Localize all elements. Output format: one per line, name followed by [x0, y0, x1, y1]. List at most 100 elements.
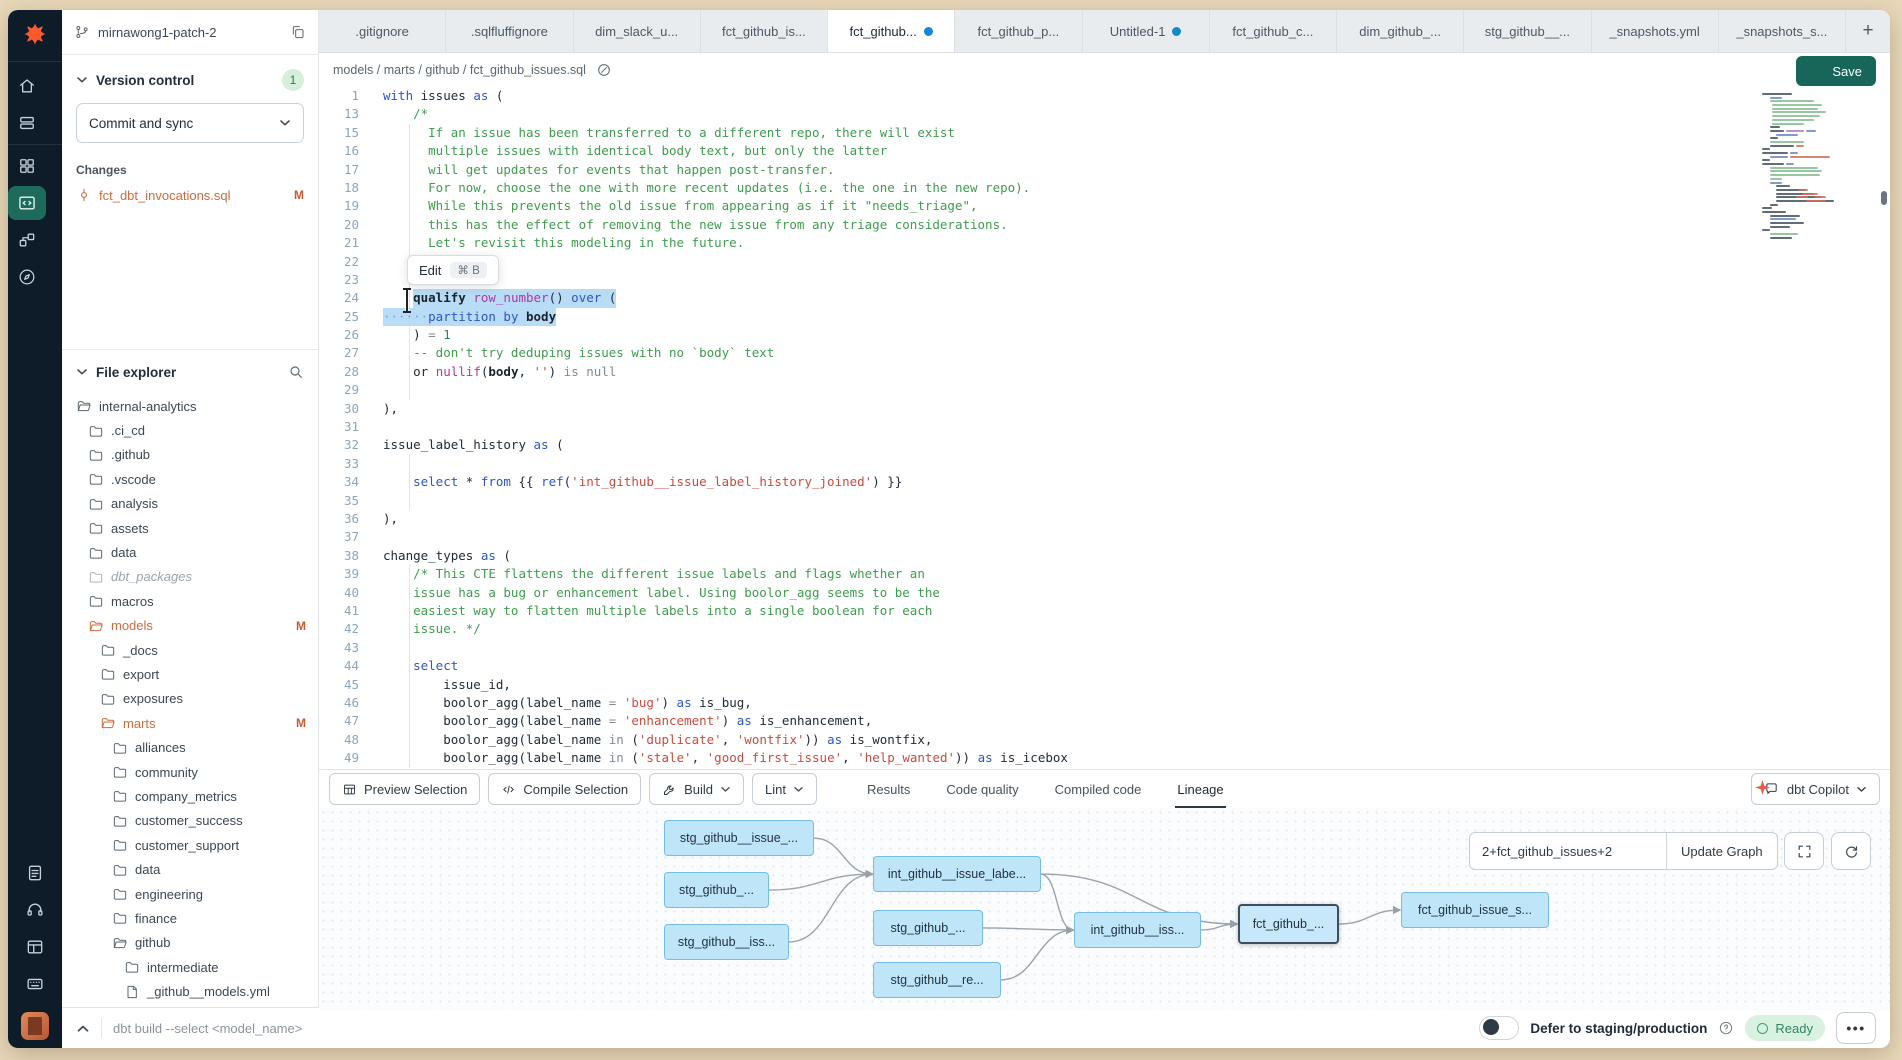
- tab-fct_github_p...[interactable]: fct_github_p...: [955, 10, 1082, 52]
- dbt-copilot-button[interactable]: dbt Copilot: [1751, 773, 1880, 805]
- code-line-31[interactable]: 31: [319, 418, 1890, 436]
- tab-fct_github...[interactable]: fct_github...: [828, 10, 955, 52]
- tree-item-alliances[interactable]: alliances: [62, 735, 318, 759]
- code-line-40[interactable]: 40 issue has a bug or enhancement label.…: [319, 584, 1890, 602]
- code-line-35[interactable]: 35: [319, 492, 1890, 510]
- tree-item-customer_support[interactable]: customer_support: [62, 833, 318, 857]
- code-line-37[interactable]: 37: [319, 528, 1890, 546]
- tree-item-internal-analytics[interactable]: internal-analytics: [62, 394, 318, 418]
- tree-item-.ci_cd[interactable]: .ci_cd: [62, 418, 318, 442]
- lineage-node-int_github__issue_labe[interactable]: int_github__issue_labe...: [873, 856, 1041, 892]
- tab-Untitled-1[interactable]: Untitled-1: [1083, 10, 1210, 52]
- compile-selection-button[interactable]: Compile Selection: [488, 773, 641, 805]
- tab-fct_github_c...[interactable]: fct_github_c...: [1210, 10, 1337, 52]
- tab-_snapshots.yml[interactable]: _snapshots.yml: [1592, 10, 1719, 52]
- code-line-16[interactable]: 16 multiple issues with identical body t…: [319, 142, 1890, 160]
- dbt-logo-icon[interactable]: [18, 17, 52, 51]
- code-line-27[interactable]: 27 -- don't try deduping issues with no …: [319, 344, 1890, 362]
- lineage-node-int_github__iss[interactable]: int_github__iss...: [1074, 912, 1201, 948]
- code-line-15[interactable]: 15 If an issue has been transferred to a…: [319, 124, 1890, 142]
- tab-stg_github__...[interactable]: stg_github__...: [1464, 10, 1591, 52]
- tree-item-_github__models.yml[interactable]: _github__models.yml: [62, 979, 318, 1003]
- code-line-18[interactable]: 18 For now, choose the one with more rec…: [319, 179, 1890, 197]
- save-button[interactable]: Save: [1796, 56, 1876, 86]
- stack-icon[interactable]: [8, 106, 46, 140]
- build-button[interactable]: Build: [649, 773, 744, 805]
- code-line-36[interactable]: 36),: [319, 510, 1890, 528]
- panel-tab-lineage[interactable]: Lineage: [1177, 770, 1223, 808]
- tree-item-customer_success[interactable]: customer_success: [62, 809, 318, 833]
- search-icon[interactable]: [288, 364, 304, 380]
- code-editor[interactable]: 1with issues as (13 /*15 If an issue has…: [319, 87, 1890, 769]
- support-icon[interactable]: [16, 893, 54, 927]
- code-line-17[interactable]: 17 will get updates for events that happ…: [319, 161, 1890, 179]
- code-line-29[interactable]: 29: [319, 381, 1890, 399]
- code-line-46[interactable]: 46 boolor_agg(label_name = 'bug') as is_…: [319, 694, 1890, 712]
- lineage-node-stg_github_[interactable]: stg_github_...: [873, 910, 983, 946]
- docs-icon[interactable]: [16, 856, 54, 890]
- copy-icon[interactable]: [290, 24, 306, 40]
- chevron-down-icon[interactable]: [76, 76, 88, 84]
- lineage-node-fct_github_[interactable]: fct_github_...: [1238, 904, 1339, 944]
- tree-item-_docs[interactable]: _docs: [62, 638, 318, 662]
- tree-item-export[interactable]: export: [62, 662, 318, 686]
- code-line-41[interactable]: 41 easiest way to flatten multiple label…: [319, 602, 1890, 620]
- tab-dim_github_...[interactable]: dim_github_...: [1337, 10, 1464, 52]
- home-icon[interactable]: [8, 69, 46, 103]
- tree-item-models[interactable]: modelsM: [62, 614, 318, 638]
- tab-_snapshots_s...[interactable]: _snapshots_s...: [1719, 10, 1846, 52]
- code-line-28[interactable]: 28 or nullif(body, '') is null: [319, 363, 1890, 381]
- tree-item-company_metrics[interactable]: company_metrics: [62, 784, 318, 808]
- code-line-1[interactable]: 1with issues as (: [319, 87, 1890, 105]
- edit-popup[interactable]: Edit ⌘ B: [407, 255, 499, 285]
- refresh-graph-button[interactable]: [1831, 832, 1871, 870]
- tree-item-macros[interactable]: macros: [62, 589, 318, 613]
- code-line-43[interactable]: 43: [319, 639, 1890, 657]
- code-line-47[interactable]: 47 boolor_agg(label_name = 'enhancement'…: [319, 712, 1890, 730]
- code-line-20[interactable]: 20 this has the effect of removing the n…: [319, 216, 1890, 234]
- more-options-button[interactable]: •••: [1836, 1012, 1876, 1044]
- grid-icon[interactable]: [8, 149, 46, 183]
- code-line-19[interactable]: 19 While this prevents the old issue fro…: [319, 197, 1890, 215]
- code-line-44[interactable]: 44 select: [319, 657, 1890, 675]
- shortcuts-icon[interactable]: [16, 967, 54, 1001]
- lineage-node-stg_github_[interactable]: stg_github_...: [664, 872, 769, 908]
- panel-tab-results[interactable]: Results: [867, 770, 910, 808]
- tree-item-dbt_packages[interactable]: dbt_packages: [62, 565, 318, 589]
- lineage-node-fct_github_issue_s[interactable]: fct_github_issue_s...: [1401, 892, 1549, 928]
- panel-tab-compiled-code[interactable]: Compiled code: [1055, 770, 1142, 808]
- code-line-25[interactable]: 25······partition by body: [319, 308, 1890, 326]
- tree-item-intermediate[interactable]: intermediate: [62, 955, 318, 979]
- code-line-21[interactable]: 21 Let's revisit this modeling in the fu…: [319, 234, 1890, 252]
- tab-fct_github_is...[interactable]: fct_github_is...: [701, 10, 828, 52]
- defer-toggle[interactable]: [1479, 1016, 1519, 1040]
- lineage-canvas[interactable]: stg_github__issue_... stg_github_... stg_g…: [319, 808, 1890, 1010]
- tree-item-engineering[interactable]: engineering: [62, 882, 318, 906]
- code-line-45[interactable]: 45 issue_id,: [319, 676, 1890, 694]
- lineage-node-stg_github__issue_[interactable]: stg_github__issue_...: [664, 820, 814, 856]
- fullscreen-button[interactable]: [1784, 832, 1824, 870]
- tab-dim_slack_u...[interactable]: dim_slack_u...: [574, 10, 701, 52]
- help-icon[interactable]: [1718, 1020, 1734, 1036]
- tab-.sqlfluffignore[interactable]: .sqlfluffignore: [446, 10, 573, 52]
- tab-.gitignore[interactable]: .gitignore: [319, 10, 446, 52]
- chevron-down-icon[interactable]: [76, 368, 88, 376]
- tree-item-exposures[interactable]: exposures: [62, 687, 318, 711]
- tree-item-marts[interactable]: martsM: [62, 711, 318, 735]
- command-input[interactable]: dbt build --select <model_name>: [113, 1021, 1468, 1036]
- scrollbar-thumb[interactable]: [1881, 191, 1887, 205]
- code-line-42[interactable]: 42 issue. */: [319, 620, 1890, 638]
- code-line-13[interactable]: 13 /*: [319, 105, 1890, 123]
- code-line-48[interactable]: 48 boolor_agg(label_name in ('duplicate'…: [319, 731, 1890, 749]
- lint-button[interactable]: Lint: [752, 773, 817, 805]
- preview-selection-button[interactable]: Preview Selection: [329, 773, 480, 805]
- user-avatar[interactable]: [21, 1012, 49, 1040]
- tree-item-data[interactable]: data: [62, 857, 318, 881]
- new-tab-button[interactable]: +: [1846, 10, 1890, 52]
- status-badge[interactable]: Ready: [1745, 1015, 1825, 1041]
- code-line-23[interactable]: 23: [319, 271, 1890, 289]
- code-line-22[interactable]: 22: [319, 253, 1890, 271]
- code-line-38[interactable]: 38change_types as (: [319, 547, 1890, 565]
- tree-item-data[interactable]: data: [62, 540, 318, 564]
- tree-item-finance[interactable]: finance: [62, 906, 318, 930]
